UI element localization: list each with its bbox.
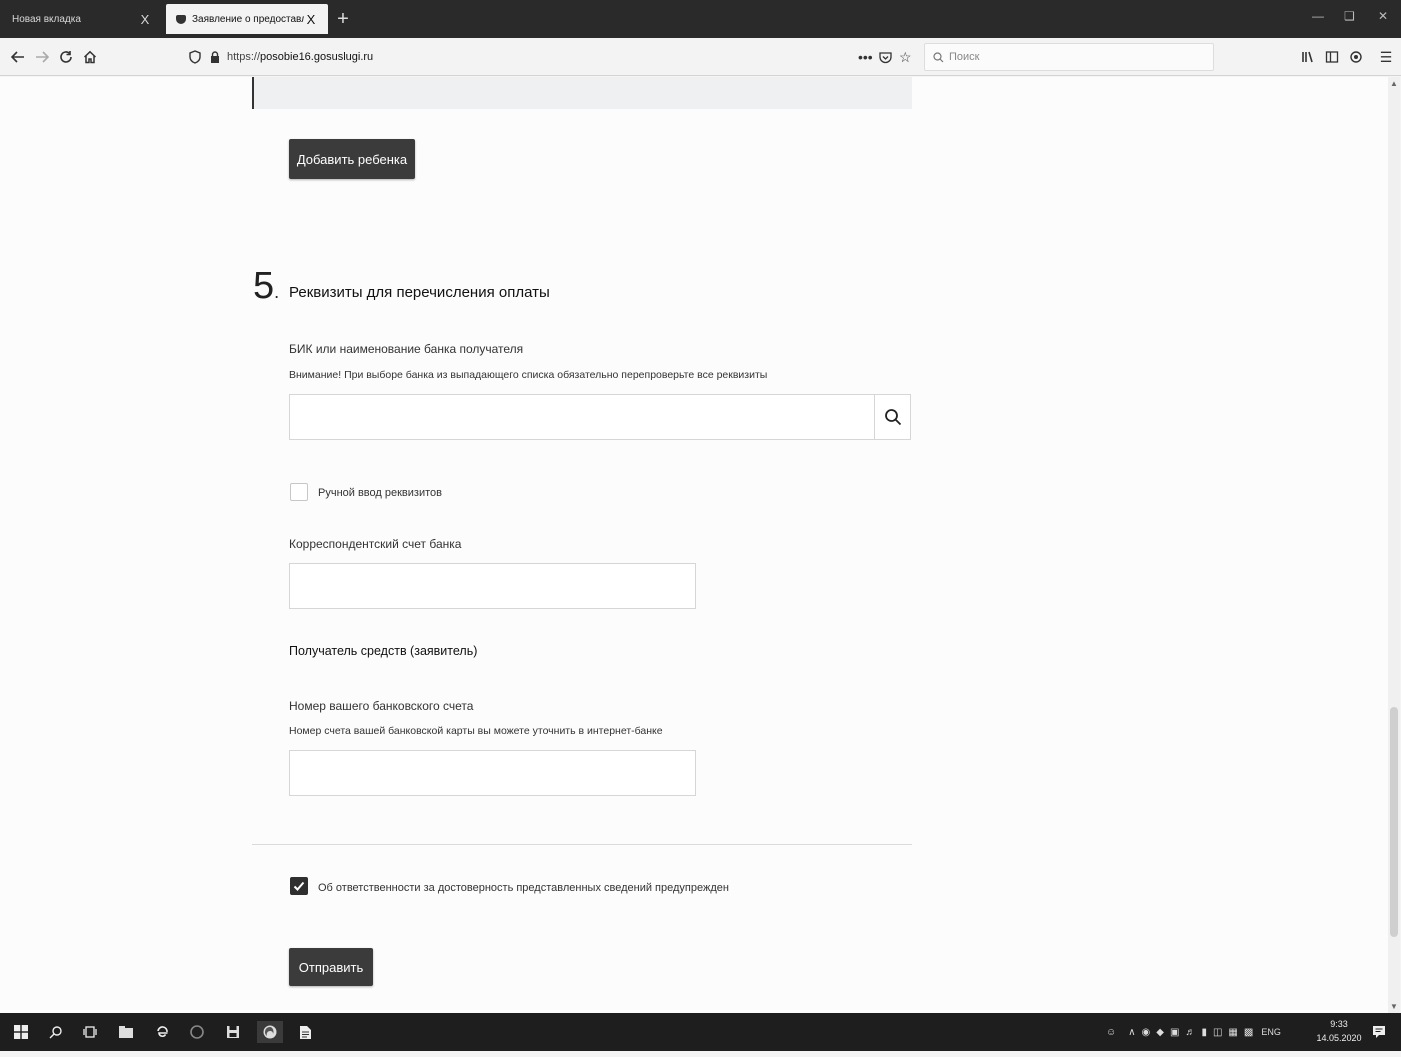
section-number-dot: . (274, 282, 280, 302)
manual-entry-checkbox[interactable] (290, 483, 308, 501)
tab-close-icon[interactable]: X (138, 12, 152, 27)
tray-app-icon[interactable]: ◉ (1142, 1027, 1151, 1038)
corr-account-label: Корреспондентский счет банка (289, 537, 462, 551)
browser-tab-bar: Новая вкладка X Заявление о предоставлен… (0, 0, 1401, 38)
page-actions-icon[interactable]: ••• (858, 44, 873, 70)
screen-border (0, 1051, 1401, 1057)
tab-close-icon[interactable]: X (304, 12, 318, 27)
responsibility-checkbox[interactable] (290, 877, 308, 895)
firefox-icon[interactable] (257, 1021, 283, 1043)
minimize-window-icon[interactable]: — (1312, 9, 1324, 23)
task-view-icon[interactable] (79, 1021, 101, 1043)
windows-start-icon[interactable] (10, 1021, 32, 1043)
tray-security-icon[interactable]: ◆ (1156, 1027, 1164, 1038)
pocket-icon[interactable] (879, 44, 892, 70)
bookmark-star-icon[interactable]: ☆ (899, 44, 912, 70)
scroll-up-icon[interactable]: ▲ (1390, 79, 1398, 88)
tray-display-icon[interactable]: ◫ (1213, 1027, 1222, 1038)
page-scrollbar[interactable]: ▲ ▼ (1388, 77, 1400, 1013)
back-arrow-icon[interactable] (8, 47, 28, 67)
sidebar-icon[interactable] (1322, 47, 1342, 67)
extension-icon[interactable] (1346, 47, 1366, 67)
previous-section-block (252, 77, 912, 109)
magnifier-icon (884, 409, 901, 426)
show-hidden-icons-chevron-icon[interactable]: ∧ (1128, 1027, 1135, 1038)
search-icon (933, 51, 944, 62)
tray-network-icon[interactable]: ▣ (1170, 1027, 1179, 1038)
bank-search-button[interactable] (874, 395, 910, 439)
library-icon[interactable] (1298, 47, 1318, 67)
clock-date: 14.05.2020 (1316, 1033, 1362, 1043)
lock-icon[interactable] (210, 51, 220, 63)
url-text[interactable]: https://posobie16.gosuslugi.ru (227, 51, 373, 63)
edge-browser-icon[interactable] (151, 1021, 173, 1043)
volume-icon[interactable]: ♬ (1185, 1027, 1195, 1038)
search-placeholder: Поиск (949, 51, 980, 63)
tray-keyboard-icon[interactable]: ▦ (1228, 1027, 1237, 1038)
responsibility-label: Об ответственности за достоверность пред… (318, 882, 729, 894)
tab-application-form[interactable]: Заявление о предоставлении X (166, 4, 328, 34)
tab-new-tab[interactable]: Новая вкладка X (2, 4, 162, 34)
section-number-digit: 5 (253, 265, 275, 307)
browser-nav-bar: https://posobie16.gosuslugi.ru ••• ☆ Пои… (0, 38, 1401, 76)
battery-icon[interactable]: ▮ (1201, 1027, 1207, 1038)
file-explorer-icon[interactable] (115, 1021, 137, 1043)
windows-taskbar: ☺ ∧ ◉ ◆ ▣ ♬ ▮ ◫ ▦ ▩ ENG 9:33 14.05.2020 (0, 1013, 1401, 1051)
browser-search-box[interactable]: Поиск (924, 43, 1214, 71)
scroll-down-icon[interactable]: ▼ (1390, 1002, 1398, 1011)
account-input[interactable] (290, 751, 695, 795)
section-title: Реквизиты для перечисления оплаты (289, 284, 550, 301)
manual-entry-label: Ручной ввод реквизитов (318, 487, 442, 499)
home-icon[interactable] (80, 47, 100, 67)
taskbar-clock[interactable]: 9:33 14.05.2020 (1316, 1017, 1362, 1045)
document-app-icon[interactable] (294, 1021, 316, 1043)
search-icon[interactable] (45, 1021, 67, 1043)
tracking-shield-icon[interactable] (188, 50, 202, 64)
tab-title: Новая вкладка (12, 13, 81, 25)
address-bar[interactable]: https://posobie16.gosuslugi.ru ••• ☆ (182, 44, 922, 70)
new-tab-button[interactable]: + (334, 7, 352, 31)
floppy-app-icon[interactable] (222, 1021, 244, 1043)
notifications-icon[interactable] (1368, 1021, 1390, 1043)
clock-time: 9:33 (1330, 1019, 1348, 1029)
form-divider (252, 844, 912, 845)
forward-arrow-icon[interactable] (32, 47, 52, 67)
checkmark-icon (293, 881, 305, 891)
page-content: Добавить ребенка 5. Реквизиты для перечи… (0, 77, 1390, 1013)
account-label: Номер вашего банковского счета (289, 699, 474, 713)
account-hint: Номер счета вашей банковской карты вы мо… (289, 725, 663, 737)
app-icon[interactable] (186, 1021, 208, 1043)
corr-account-field (289, 563, 696, 609)
restore-window-icon[interactable]: ❑ (1344, 9, 1355, 23)
menu-hamburger-icon[interactable]: ☰ (1376, 47, 1396, 67)
url-prefix: https:// (227, 51, 261, 63)
system-tray: ☺ ∧ ◉ ◆ ▣ ♬ ▮ ◫ ▦ ▩ ENG (1106, 1013, 1281, 1051)
language-indicator[interactable]: ENG (1261, 1027, 1281, 1037)
corr-account-input[interactable] (290, 564, 695, 608)
bank-input[interactable] (290, 395, 875, 439)
tab-title: Заявление о предоставлении (192, 13, 304, 25)
reload-icon[interactable] (56, 47, 76, 67)
submit-button[interactable]: Отправить (289, 948, 373, 986)
bank-search-field (289, 394, 911, 440)
gosuslugi-favicon-icon (176, 14, 186, 24)
section-number: 5. (253, 263, 279, 315)
recipient-heading: Получатель средств (заявитель) (289, 644, 478, 658)
scroll-thumb[interactable] (1390, 707, 1398, 937)
add-child-button[interactable]: Добавить ребенка (289, 139, 415, 179)
bank-label: БИК или наименование банка получателя (289, 342, 524, 356)
url-host: posobie16.gosuslugi.ru (260, 51, 374, 63)
people-icon[interactable]: ☺ (1106, 1027, 1116, 1038)
tray-input-icon[interactable]: ▩ (1244, 1027, 1253, 1038)
bank-hint: Внимание! При выборе банка из выпадающег… (289, 369, 768, 381)
account-field (289, 750, 696, 796)
close-window-icon[interactable]: ✕ (1378, 9, 1388, 23)
